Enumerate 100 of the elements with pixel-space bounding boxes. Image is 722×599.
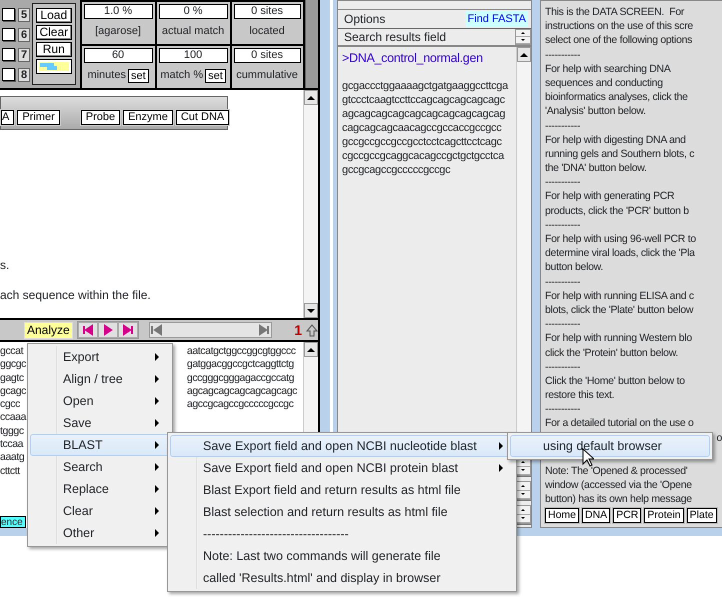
scrollbar[interactable] — [303, 90, 318, 318]
scroll-up-icon[interactable] — [307, 96, 315, 100]
spinner[interactable] — [515, 29, 531, 45]
sequence-line: gatggacggccgctcaggttctg — [186, 358, 295, 372]
color-swatch-icon — [38, 62, 69, 71]
help-text-line: ----------- — [545, 218, 582, 232]
help-text-line: button) has its own help message — [545, 492, 693, 506]
menu-item[interactable]: Blast selection and return results as html file — [170, 501, 514, 523]
help-text-line: For a detailed tutorial on the use o — [545, 416, 695, 431]
command-button[interactable]: Load — [36, 8, 72, 23]
help-text-line: For help with digesting DNA and — [545, 132, 687, 147]
help-text-line: bioinformatics analyses, click the — [545, 90, 689, 104]
menu-item[interactable]: called 'Results.html' and display in browser — [170, 567, 514, 589]
color-button[interactable] — [36, 59, 72, 74]
toolbar-button[interactable]: Enzyme — [123, 110, 173, 125]
checkbox[interactable] — [2, 28, 15, 41]
help-text-line: Click the 'Home' button below to — [545, 374, 686, 388]
help-button[interactable]: DNA — [582, 508, 610, 524]
checkbox[interactable] — [2, 8, 15, 21]
status-field: ence — [0, 516, 26, 528]
sequence-line: gcagc — [0, 384, 26, 398]
toolbar-button[interactable]: Primer — [17, 110, 60, 125]
help-text-line: For help with running ELISA and c — [545, 288, 695, 303]
file-name: >DNA_control_normal.gen — [342, 51, 484, 65]
help-text-line: ----------- — [545, 48, 582, 62]
menu-item[interactable]: Save — [30, 412, 170, 434]
scroll-down-icon[interactable] — [307, 308, 315, 312]
help-button[interactable]: PCR — [613, 508, 642, 524]
help-text-line: For help with searching DNA — [545, 62, 672, 76]
menu-item[interactable]: Save Export field and open NCBI protein blast — [170, 457, 514, 479]
down-arrow-icon[interactable] — [521, 39, 525, 41]
page-number: 1 — [294, 320, 302, 340]
menu-item[interactable]: Export — [30, 346, 170, 368]
help-text-line: o — [716, 430, 722, 445]
find-fasta-button[interactable]: Find FASTA — [466, 10, 528, 28]
sequence-line: gccat — [0, 345, 24, 358]
help-button[interactable]: Plate — [686, 508, 717, 524]
help-text-line: ----------- — [545, 317, 582, 332]
help-button[interactable]: Home — [545, 508, 580, 524]
help-text-line: products, click the 'PCR' button b — [545, 204, 690, 218]
scroll-up-icon[interactable] — [307, 348, 315, 352]
sequence-line: ggcgc — [0, 358, 26, 372]
stat-value: 60 — [84, 48, 153, 63]
menu-item[interactable]: using default browser — [510, 435, 710, 457]
toolbar-button[interactable]: Cut DNA — [176, 110, 230, 125]
menu-item[interactable]: Replace — [30, 478, 170, 500]
up-arrow-icon[interactable] — [521, 32, 525, 34]
first-icon[interactable] — [150, 324, 164, 336]
sequence-line: gagtc — [0, 372, 25, 385]
sequence-line: cgccgccgcaggcacagccgctgctgcctca — [342, 149, 506, 163]
stat-value: 1.0 % — [84, 4, 153, 19]
checkbox[interactable] — [2, 68, 15, 81]
set-button[interactable]: set — [128, 68, 149, 82]
nav-button[interactable] — [118, 322, 138, 338]
menu-item[interactable]: Open — [30, 390, 170, 412]
down-arrow-icon[interactable] — [521, 493, 525, 496]
help-text-line: select one of the following options — [545, 33, 694, 48]
nav-button[interactable] — [78, 322, 98, 338]
menu-item[interactable]: BLAST — [30, 434, 170, 456]
analyze-button[interactable]: Analyze — [24, 322, 73, 338]
help-text-line: ----------- — [545, 360, 582, 374]
command-button[interactable]: Clear — [36, 25, 72, 40]
sequence-line: gccgccgccgccgcctcctcagcttcctcagc — [342, 135, 503, 149]
down-arrow-icon[interactable] — [521, 469, 525, 472]
help-text-line: click the 'Protein' button below. — [545, 346, 680, 360]
menu-item[interactable]: Note: Last two commands will generate file — [170, 545, 514, 567]
last-icon[interactable] — [257, 324, 272, 336]
help-text-line: instructions on the use of this scre — [545, 19, 694, 34]
up-arrow-icon[interactable] — [521, 508, 525, 511]
menu-item[interactable]: Search — [30, 456, 170, 478]
stat-value: 0 % — [158, 4, 228, 19]
help-text-line: determine viral loads, click the 'Pla — [545, 246, 696, 260]
command-button[interactable]: Run — [36, 42, 72, 57]
stat-label: actual match — [162, 24, 224, 40]
menu-item[interactable]: ----------------------------------- — [170, 523, 514, 545]
help-text-line: window (accessed via the 'Opene — [545, 478, 693, 492]
sequence-line: cagcagcagcaacagccgccaccgccgcc — [342, 121, 502, 135]
toolbar-button[interactable]: Probe — [80, 110, 120, 125]
shift-arrow-icon[interactable] — [306, 322, 318, 338]
toolbar-button[interactable]: A — [1, 110, 14, 125]
nav-button[interactable] — [98, 322, 118, 338]
lane-number: 8 — [18, 68, 30, 82]
help-text-line: running gels and Southern blots, c — [545, 146, 696, 162]
menu-item[interactable]: Align / tree — [30, 368, 170, 390]
lane-number: 7 — [18, 48, 30, 62]
lane-number: 5 — [18, 8, 30, 22]
sequence-line: agcagcagcagcagcagcagcagcagcag — [342, 107, 506, 121]
scroll-up-icon[interactable] — [520, 52, 528, 56]
stat-value: 0 sites — [234, 4, 301, 19]
help-text-line: ----------- — [545, 175, 582, 190]
checkbox[interactable] — [2, 48, 15, 61]
set-button[interactable]: set — [205, 68, 226, 82]
menu-item[interactable]: Clear — [30, 500, 170, 522]
down-arrow-icon[interactable] — [521, 517, 525, 520]
help-button[interactable]: Protein — [644, 508, 684, 524]
search-results-field[interactable]: Search results field — [338, 29, 515, 45]
horizontal-scrollbar[interactable] — [148, 322, 272, 338]
menu-item[interactable]: Other — [30, 522, 170, 544]
help-text-line: blots, click the 'Plate' button below — [545, 302, 694, 318]
menu-item[interactable]: Blast Export field and return results as html file — [170, 479, 514, 501]
